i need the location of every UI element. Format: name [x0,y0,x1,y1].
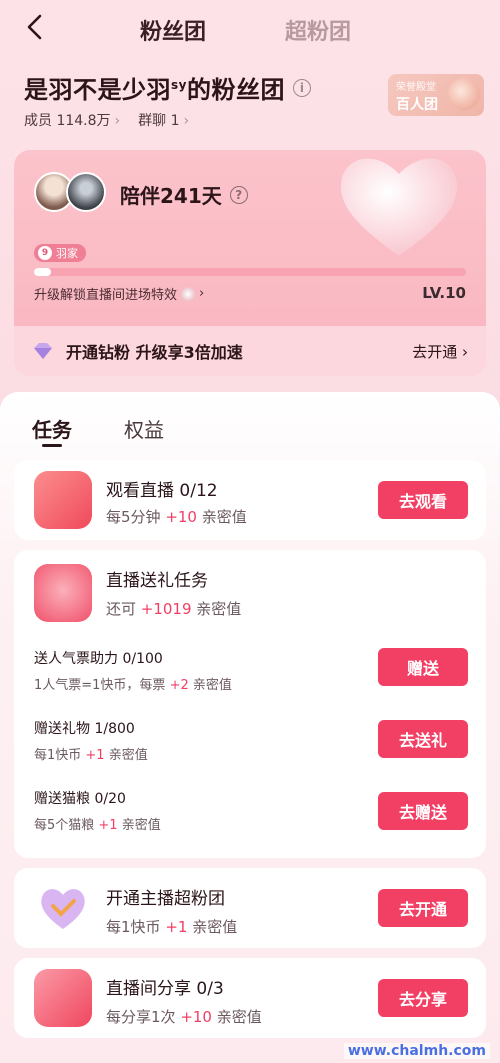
share-phone-icon [34,969,92,1027]
club-meta: 成员 114.8万 › 群聊 1 › [24,110,189,130]
unlock-effect-link[interactable]: 升级解锁直播间进场特效 › [34,284,204,303]
subtask-subtitle: 每1快币 +1 亲密值 [34,748,148,763]
gem-icon [181,286,196,301]
hand-icon [448,78,480,110]
watermark: www.chalmh.com [343,1043,490,1059]
subtask-title: 赠送礼物 1/800 [34,721,135,737]
task-subtitle: 每1快币 +1 亲密值 [106,918,238,936]
badge-level: 9 [38,246,52,260]
task-subtitle: 还可 +1019 亲密值 [106,600,242,618]
tab-tasks[interactable]: 任务 [32,414,72,443]
honor-hall-badge[interactable]: 荣誉殿堂 百人团 [388,74,484,116]
live-tv-icon [34,471,92,529]
subtask-title: 送人气票助力 0/100 [34,651,163,667]
send-popularity-button[interactable]: 赠送 [378,648,468,686]
honor-hall-label: 荣誉殿堂 [396,82,436,93]
accompany-days: 陪伴241天 ? [120,180,248,209]
tab-super-fans-club[interactable]: 超粉团 [285,14,351,46]
tab-fans-club[interactable]: 粉丝团 [140,14,206,46]
question-icon[interactable]: ? [229,185,248,204]
group-chat-link[interactable]: 群聊 1 › [138,110,189,130]
open-super-fans-button[interactable]: 去开通 [378,889,468,927]
subtask-title: 赠送猫粮 0/20 [34,791,126,807]
subtask-subtitle: 1人气票=1快币，每票 +2 亲密值 [34,678,232,693]
back-arrow-icon[interactable] [22,12,48,42]
fan-level-card: 陪伴241天 ? 9 羽家 升级解锁直播间进场特效 › LV.10 开通钻粉 升… [14,150,486,376]
gift-box-icon [34,564,92,622]
active-tab-indicator [42,444,62,447]
task-watch-live: 观看直播 0/12 每5分钟 +10 亲密值 去观看 [14,460,486,540]
avatar-streamer [66,172,106,212]
task-subtitle: 每5分钟 +10 亲密值 [106,508,247,526]
diamond-icon [34,343,52,359]
next-level: LV.10 [422,284,466,302]
heart-icon [340,158,458,256]
top-nav: 粉丝团 超粉团 [0,0,500,60]
avatars [34,172,106,212]
diamond-fan-row[interactable]: 开通钻粉 升级享3倍加速 去开通 › [14,326,486,376]
task-title: 直播间分享 0/3 [106,979,224,999]
page-title-row: 是羽不是少羽sy的粉丝团 i [24,70,311,105]
open-diamond-link[interactable]: 去开通 › [412,341,468,362]
task-title: 直播送礼任务 [106,571,208,591]
share-button[interactable]: 去分享 [378,979,468,1017]
honor-hall-title: 百人团 [396,97,438,113]
badge-name: 羽家 [56,247,78,260]
tab-rights[interactable]: 权益 [124,414,164,443]
task-subtitle: 每分享1次 +10 亲密值 [106,1008,262,1026]
chevron-right-icon: › [199,286,205,301]
task-panel: 任务 权益 观看直播 0/12 每5分钟 +10 亲密值 去观看 直播送礼任务 … [0,392,500,1063]
task-share: 直播间分享 0/3 每分享1次 +10 亲密值 去分享 [14,958,486,1038]
heart-check-icon [41,889,85,929]
send-gift-button[interactable]: 去送礼 [378,720,468,758]
task-title: 观看直播 0/12 [106,481,218,501]
task-super-fans: 开通主播超粉团 每1快币 +1 亲密值 去开通 [14,868,486,948]
send-catfood-button[interactable]: 去赠送 [378,792,468,830]
diamond-fan-text: 开通钻粉 升级享3倍加速 [66,343,243,362]
members-count[interactable]: 成员 114.8万 › [24,110,120,130]
page-title: 是羽不是少羽sy的粉丝团 [24,76,285,104]
level-progress-bar [34,268,466,276]
watch-button[interactable]: 去观看 [378,481,468,519]
info-icon[interactable]: i [292,78,311,97]
task-gift-group: 直播送礼任务 还可 +1019 亲密值 送人气票助力 0/100 1人气票=1快… [14,550,486,858]
level-progress-fill [34,268,52,276]
task-title: 开通主播超粉团 [106,889,225,909]
fan-badge: 9 羽家 [34,244,86,262]
subtask-subtitle: 每5个猫粮 +1 亲密值 [34,818,161,833]
